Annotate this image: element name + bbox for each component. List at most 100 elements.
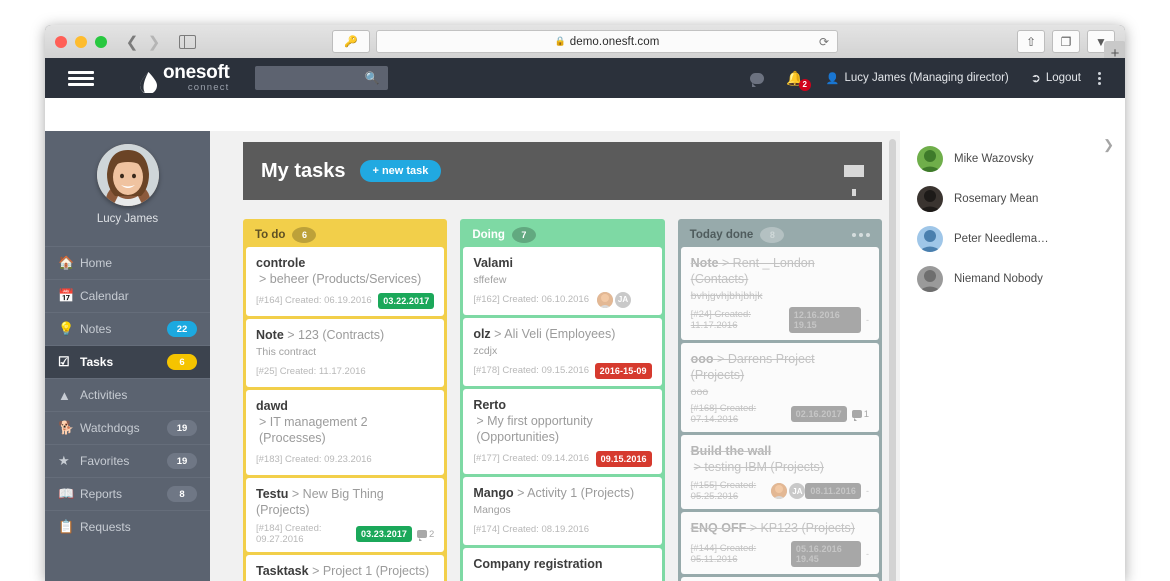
avatar [917,146,943,172]
avatar[interactable] [771,483,787,499]
key-icon[interactable]: 🔑 [332,30,370,53]
contact-item[interactable]: Niemand Nobody [900,259,1125,299]
page-header: My tasks + new task [243,142,882,200]
task-title: Company registration [473,556,651,572]
sidebar-item-home[interactable]: 🏠 Home [45,246,210,279]
avatar [917,186,943,212]
task-card[interactable]: Build the wall> testing IBM (Projects)[#… [681,435,879,509]
sidebar-badge: 19 [167,453,197,469]
sidebar-item-tasks[interactable]: ☑ Tasks 6 [45,345,210,378]
contacts-panel: ❯ Mike Wazovsky Rosemary Mean Peter Needle… [900,131,1125,581]
sidebar-item-favorites[interactable]: ★ Favorites 19 [45,444,210,477]
contact-item[interactable]: Peter Needlema… [900,219,1125,259]
share-icon[interactable]: ⇧ [1017,30,1045,53]
avatar-initials[interactable]: JA [615,292,631,308]
sidebar-item-reports[interactable]: 📖 Reports 8 [45,477,210,510]
scrollbar-thumb[interactable] [889,139,896,581]
assignee-avatars: JA [597,292,631,308]
user-icon: 👤 [826,72,840,85]
sidebar-item-notes[interactable]: 💡 Notes 22 [45,312,210,345]
new-task-button[interactable]: + new task [360,160,442,182]
task-card[interactable]: Rerto> My first opportunity (Opportuniti… [463,389,661,474]
column-header: Doing7 [463,222,661,247]
task-card[interactable]: dawd> IT management 2 (Processes)[#183] … [246,390,444,475]
task-card[interactable]: ENQ OFF > KP123 (Projects)[#144] Created… [681,512,879,574]
chevron-right-icon[interactable]: ❯ [1103,137,1114,153]
task-footer: [#155] Created: 05.25.2016 JA08.11.2016- [691,480,869,502]
back-icon[interactable]: ❮ [121,31,143,53]
task-card[interactable]: Mango > Activity 1 (Projects)Mangos[#174… [463,477,661,545]
due-date-badge: 05.16.2016 19.45 [791,541,861,567]
sidebar-item-requests[interactable]: 📋 Requests [45,510,210,543]
task-card[interactable]: ff > TheBigDig (Projects)efe[#180] Creat… [681,577,879,581]
column-title: To do [255,229,285,241]
notifications-button[interactable]: 🔔 2 [775,70,814,87]
task-card[interactable]: Note > 123 (Contracts)This contract[#25]… [246,319,444,387]
messages-button[interactable] [739,73,775,84]
task-footer: [#184] Created: 09.27.201603.23.20172 [256,523,434,545]
search-input[interactable]: 🔍 [255,66,388,90]
board-column-todo: To do6controle> beheer (Products/Service… [243,219,447,581]
comment-count: 2 [417,529,434,540]
task-card[interactable]: controle> beheer (Products/Services)[#16… [246,247,444,316]
column-header: To do6 [246,222,444,247]
sidebar-item-activities[interactable]: ▲ Activities [45,378,210,411]
contact-item[interactable]: Mike Wazovsky [900,139,1125,179]
sidebar-item-watchdogs[interactable]: 🐕 Watchdogs 19 [45,411,210,444]
avatar[interactable] [97,144,159,206]
assignee-avatars: JA [771,483,805,499]
new-task-label: new task [382,165,428,177]
task-meta: [#164] Created: 06.19.2016 [256,295,372,306]
task-card[interactable]: ooo > Darrens Project (Projects)ooo[#168… [681,343,879,432]
task-description: bvhjgvhjbhjbhjk [691,290,869,302]
logout-button[interactable]: ➲ Logout [1020,71,1092,85]
book-icon: 📖 [58,486,80,502]
task-title: controle [256,255,434,271]
sidebar-item-label: Notes [80,322,111,336]
task-card[interactable]: Company registration[#76] Created: 01.11… [463,548,661,581]
window-controls[interactable] [55,36,107,48]
task-card[interactable]: olz > Ali Veli (Employees)zcdjx[#178] Cr… [463,318,661,386]
task-card[interactable]: Tasktask > Project 1 (Projects)[#73] Cre… [246,555,444,581]
minimize-window-button[interactable] [75,36,87,48]
task-card[interactable]: Note > Rent _ London (Contacts)bvhjgvhjb… [681,247,879,340]
trailing-dash: - [866,549,869,559]
contact-name: Rosemary Mean [954,193,1038,205]
reload-icon[interactable]: ⟳ [819,35,829,49]
task-footer-right: 09.15.2016 [596,451,652,467]
main-scrollbar[interactable] [889,139,896,577]
close-window-button[interactable] [55,36,67,48]
sidebar-panel-icon[interactable] [175,31,199,53]
address-bar[interactable]: 🔒 demo.onesft.com ⟳ [376,30,838,53]
board-column-done: Today done8Note > Rent _ London (Contact… [678,219,882,581]
filter-button[interactable] [844,165,864,177]
funnel-filter-icon [844,165,864,177]
task-footer-right: 08.11.2016- [805,483,869,499]
forward-icon[interactable]: ❯ [143,31,165,53]
user-menu[interactable]: 👤 Lucy James (Managing director) [815,72,1020,85]
app-logo: onesoft connect [139,63,230,93]
maximize-window-button[interactable] [95,36,107,48]
new-tab-icon[interactable]: ❐ [1052,30,1080,53]
task-title: Valami [473,255,651,271]
hamburger-menu-icon[interactable] [45,71,117,86]
calendar-icon: 📅 [58,288,80,304]
task-card[interactable]: Valamisffefew[#162] Created: 06.10.2016J… [463,247,661,315]
board-column-doing: Doing7Valamisffefew[#162] Created: 06.10… [460,219,664,581]
task-card[interactable]: Testu > New Big Thing (Projects)[#184] C… [246,478,444,552]
task-footer: [#183] Created: 09.23.2016 [256,451,434,468]
avatar-initials[interactable]: JA [789,483,805,499]
task-footer-right: 03.22.2017 [378,293,434,309]
more-vertical-icon[interactable] [1092,72,1111,85]
due-date-badge: 03.22.2017 [378,293,434,309]
contact-item[interactable]: Rosemary Mean [900,179,1125,219]
avatar[interactable] [597,292,613,308]
task-meta: [#155] Created: 05.25.2016 [691,480,764,502]
column-count-badge: 7 [512,227,536,243]
column-menu-icon[interactable] [852,233,870,237]
task-description: sffefew [473,274,651,286]
logout-icon: ➲ [1031,71,1041,85]
sidebar-item-calendar[interactable]: 📅 Calendar [45,279,210,312]
sidebar-item-label: Watchdogs [80,421,140,435]
task-footer: [#25] Created: 11.17.2016 [256,363,434,380]
